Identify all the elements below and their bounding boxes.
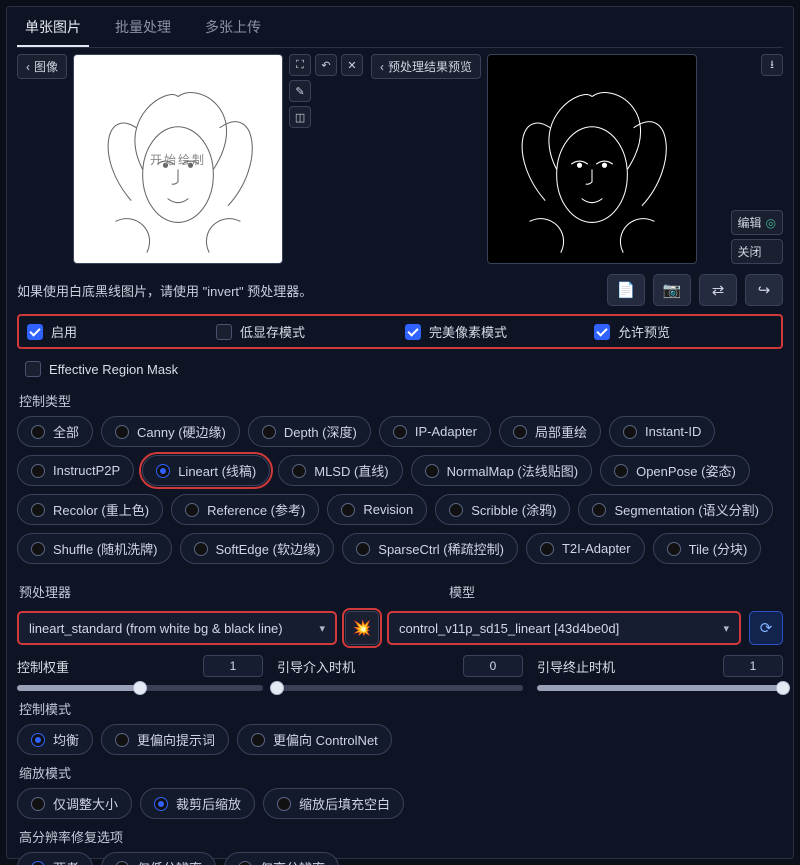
type-lineart[interactable]: Lineart (线稿)	[142, 455, 270, 486]
type-canny[interactable]: Canny (硬边缘)	[101, 416, 240, 447]
end-slider[interactable]	[537, 685, 783, 691]
type-all[interactable]: 全部	[17, 416, 93, 447]
mode-balanced[interactable]: 均衡	[17, 724, 93, 755]
control-mode-group: 均衡 更偏向提示词 更偏向 ControlNet	[17, 724, 783, 755]
hires-high[interactable]: 仅高分辨率	[224, 852, 339, 865]
preprocessor-label: 预处理器	[19, 582, 359, 601]
end-label: 引导终止时机	[537, 657, 615, 676]
type-t2i-adapter[interactable]: T2I-Adapter	[526, 533, 645, 564]
chevron-left-icon: ‹	[26, 60, 30, 74]
type-openpose[interactable]: OpenPose (姿态)	[600, 455, 750, 486]
new-canvas-icon[interactable]: 📄	[607, 274, 645, 306]
mode-controlnet[interactable]: 更偏向 ControlNet	[237, 724, 392, 755]
eraser-icon[interactable]: ◫	[289, 106, 311, 128]
expand-icon[interactable]: ⛶	[289, 54, 311, 76]
model-select[interactable]: control_v11p_sd15_lineart [43d4be0d] ▾	[387, 611, 741, 645]
swap-icon[interactable]: ⇄	[699, 274, 737, 306]
start-slider[interactable]	[277, 685, 523, 691]
tab-multi-upload[interactable]: 多张上传	[197, 7, 269, 47]
resize-mode-label: 缩放模式	[19, 763, 783, 782]
hires-label: 高分辨率修复选项	[19, 827, 783, 846]
preview-label: ‹ 预处理结果预览	[371, 54, 481, 79]
chevron-down-icon: ▾	[319, 622, 325, 635]
close-button[interactable]: 关闭	[731, 239, 784, 264]
type-depth[interactable]: Depth (深度)	[248, 416, 371, 447]
tab-batch[interactable]: 批量处理	[107, 7, 179, 47]
preview-image[interactable]	[487, 54, 697, 264]
send-icon[interactable]: ↪	[745, 274, 783, 306]
start-value[interactable]: 0	[463, 655, 523, 677]
image-label: ‹ 图像	[17, 54, 67, 79]
download-icon[interactable]: ⭳	[761, 54, 783, 76]
tabs-bar: 单张图片 批量处理 多张上传	[17, 7, 783, 48]
refresh-models-button[interactable]: ⟳	[749, 611, 783, 645]
resize-mode-group: 仅调整大小 裁剪后缩放 缩放后填充空白	[17, 788, 783, 819]
logo-icon: ◎	[766, 216, 776, 230]
weight-slider[interactable]	[17, 685, 263, 691]
model-label: 模型	[449, 582, 783, 601]
clear-icon[interactable]: ✕	[341, 54, 363, 76]
type-reference[interactable]: Reference (参考)	[171, 494, 319, 525]
type-instant-id[interactable]: Instant-ID	[609, 416, 715, 447]
start-label: 引导介入时机	[277, 657, 355, 676]
enable-checkbox[interactable]: 启用	[27, 322, 206, 341]
effective-region-checkbox[interactable]: Effective Region Mask	[25, 361, 178, 377]
type-tile[interactable]: Tile (分块)	[653, 533, 762, 564]
type-inpaint[interactable]: 局部重绘	[499, 416, 601, 447]
type-shuffle[interactable]: Shuffle (随机洗牌)	[17, 533, 172, 564]
type-segmentation[interactable]: Segmentation (语义分割)	[578, 494, 773, 525]
control-mode-label: 控制模式	[19, 699, 783, 718]
type-recolor[interactable]: Recolor (重上色)	[17, 494, 163, 525]
weight-value[interactable]: 1	[203, 655, 263, 677]
hires-both[interactable]: 两者	[17, 852, 93, 865]
hires-low[interactable]: 仅低分辨率	[101, 852, 216, 865]
resize-crop[interactable]: 裁剪后缩放	[140, 788, 255, 819]
run-preprocessor-button[interactable]: 💥	[345, 611, 379, 645]
resize-just[interactable]: 仅调整大小	[17, 788, 132, 819]
primary-options-row: 启用 低显存模式 完美像素模式 允许预览	[17, 314, 783, 349]
type-normalmap[interactable]: NormalMap (法线贴图)	[411, 455, 592, 486]
type-ip-adapter[interactable]: IP-Adapter	[379, 416, 491, 447]
pixel-perfect-checkbox[interactable]: 完美像素模式	[405, 322, 584, 341]
color-picker-icon[interactable]: ✎	[289, 80, 311, 102]
preview-image-art	[488, 55, 696, 263]
resize-fill[interactable]: 缩放后填充空白	[263, 788, 404, 819]
type-revision[interactable]: Revision	[327, 494, 427, 525]
type-softedge[interactable]: SoftEdge (软边缘)	[180, 533, 335, 564]
chevron-left-icon: ‹	[380, 60, 384, 74]
type-mlsd[interactable]: MLSD (直线)	[278, 455, 402, 486]
end-value[interactable]: 1	[723, 655, 783, 677]
hint-text: 如果使用白底黑线图片，请使用 "invert" 预处理器。	[17, 281, 607, 300]
allow-preview-checkbox[interactable]: 允许预览	[594, 322, 773, 341]
hires-group: 两者 仅低分辨率 仅高分辨率	[17, 852, 783, 865]
type-scribble[interactable]: Scribble (涂鸦)	[435, 494, 570, 525]
type-sparsectrl[interactable]: SparseCtrl (稀疏控制)	[342, 533, 518, 564]
undo-icon[interactable]: ↶	[315, 54, 337, 76]
secondary-options-row: Effective Region Mask	[17, 355, 783, 383]
camera-icon[interactable]: 📷	[653, 274, 691, 306]
control-type-label: 控制类型	[19, 391, 783, 410]
watermark-text: 开始绘制	[150, 151, 206, 168]
edit-button[interactable]: 编辑 ◎	[731, 210, 784, 235]
tab-single-image[interactable]: 单张图片	[17, 7, 89, 47]
mode-prompt[interactable]: 更偏向提示词	[101, 724, 229, 755]
control-type-group: 全部 Canny (硬边缘) Depth (深度) IP-Adapter 局部重…	[17, 416, 783, 564]
chevron-down-icon: ▾	[723, 622, 729, 635]
weight-label: 控制权重	[17, 657, 69, 676]
source-image[interactable]: 开始绘制	[73, 54, 283, 264]
preprocessor-select[interactable]: lineart_standard (from white bg & black …	[17, 611, 337, 645]
lowvram-checkbox[interactable]: 低显存模式	[216, 322, 395, 341]
type-instruct-p2p[interactable]: InstructP2P	[17, 455, 134, 486]
